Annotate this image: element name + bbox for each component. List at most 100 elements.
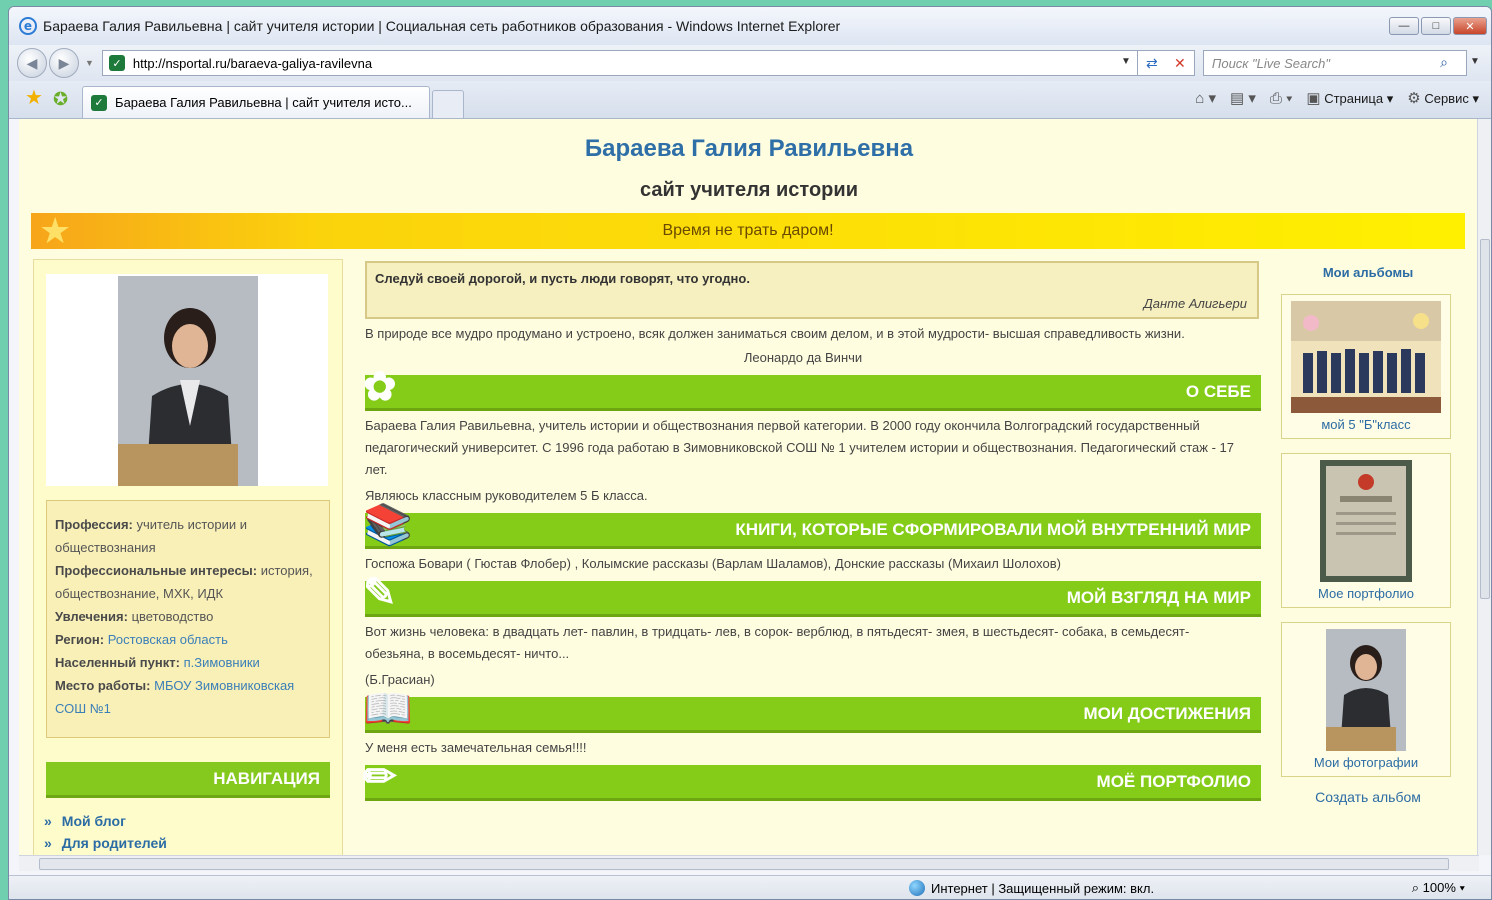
site-favicon-icon: ✓ — [108, 55, 125, 71]
books-text: Госпожа Бовари ( Гюстав Флобер) , Колымс… — [365, 556, 1061, 571]
pencil-cup-icon: ✏ — [363, 755, 397, 799]
page-menu[interactable]: ▣ Страница ▾ — [1306, 89, 1393, 107]
zoom-level: 100% — [1422, 880, 1456, 895]
title-bar: e Бараева Галия Равильевна | сайт учител… — [9, 7, 1491, 45]
section-achievements-title: МОИ ДОСТИЖЕНИЯ — [1083, 703, 1251, 723]
intro-paragraph: В природе все мудро продумано и устроено… — [365, 326, 1185, 341]
address-dropdown-icon[interactable]: ▼ — [1121, 56, 1131, 67]
section-worldview: ✎ МОЙ ВЗГЛЯД НА МИР — [363, 571, 1261, 617]
motto-text: Время не трать даром! — [662, 222, 834, 239]
refresh-icon[interactable]: ⇄ — [1138, 51, 1166, 75]
stop-icon[interactable]: ✕ — [1166, 51, 1194, 75]
favorites-star-icon[interactable]: ★ — [25, 85, 43, 110]
address-toolbar: ◀ ▶ ▼ ✓ http://nsportal.ru/baraeva-galiy… — [9, 45, 1491, 81]
history-dropdown-icon[interactable]: ▼ — [85, 58, 94, 68]
gear-icon: ⚙ — [1407, 90, 1421, 107]
section-portfolio-title: МОЁ ПОРТФОЛИО — [1096, 771, 1251, 791]
banner-star-icon: ★ — [39, 210, 72, 251]
back-button[interactable]: ◀ — [17, 48, 47, 78]
hobby-value: цветоводство — [131, 609, 214, 624]
nav-link-label: Мой блог — [61, 813, 126, 829]
album-card[interactable]: Мое портфолио — [1281, 453, 1451, 608]
zone-text: Интернет | Защищенный режим: вкл. — [931, 880, 1155, 896]
browser-window: e Бараева Галия Равильевна | сайт учител… — [8, 6, 1492, 900]
album-card[interactable]: Мои фотографии — [1281, 622, 1451, 777]
profession-label: Профессия: — [55, 517, 133, 532]
horizontal-scroll-thumb[interactable] — [39, 858, 1449, 870]
print-icon[interactable]: ⎙ ▾ — [1270, 90, 1292, 107]
town-label: Населенный пункт: — [55, 655, 180, 670]
town-link[interactable]: п.Зимовники — [184, 655, 260, 670]
album-caption: мой 5 "Б"класс — [1321, 417, 1411, 432]
paint-roller-icon: ✎ — [363, 571, 397, 615]
search-dropdown-icon[interactable]: ▼ — [1470, 56, 1480, 67]
region-link[interactable]: Ростовская область — [108, 632, 228, 647]
teacher-portrait — [118, 276, 258, 486]
window-title: Бараева Галия Равильевна | сайт учителя … — [43, 18, 841, 34]
album-caption: Мои фотографии — [1313, 755, 1419, 770]
intro-author: Леонардо да Винчи — [743, 350, 863, 365]
create-album-link[interactable]: Создать альбом — [1281, 789, 1455, 805]
horizontal-scrollbar[interactable] — [19, 855, 1479, 871]
navigation-list: » Мой блог » Для родителей — [44, 810, 167, 854]
tools-menu[interactable]: ⚙ Сервис ▾ — [1407, 89, 1479, 107]
tab-favicon-icon: ✓ — [91, 94, 108, 111]
forward-button[interactable]: ▶ — [49, 48, 79, 78]
flower-icon: ✿ — [363, 365, 397, 409]
new-tab-button[interactable] — [432, 90, 465, 118]
zoom-icon: ⌕ — [1411, 880, 1420, 895]
region-label: Регион: — [55, 632, 105, 647]
close-window-button[interactable]: ✕ — [1453, 17, 1487, 35]
album-card[interactable]: мой 5 "Б"класс — [1281, 294, 1451, 439]
about-text: Бараева Галия Равильевна, учитель истори… — [365, 418, 1234, 477]
ie-logo-icon: e — [19, 17, 37, 35]
bullet-icon: » — [44, 813, 52, 829]
tab-active[interactable]: ✓ Бараева Галия Равильевна | сайт учител… — [82, 86, 431, 118]
section-about-title: О СЕБЕ — [1185, 381, 1251, 401]
tab-row: ★ ✪ ✓ Бараева Галия Равильевна | сайт уч… — [9, 81, 1491, 119]
address-field[interactable]: ✓ http://nsportal.ru/baraeva-galiya-ravi… — [101, 50, 1138, 76]
section-about: ✿ О СЕБЕ — [363, 365, 1261, 411]
worldview-text: Вот жизнь человека: в двадцать лет- павл… — [365, 624, 1190, 661]
section-books-title: КНИГИ, КОТОРЫЕ СФОРМИРОВАЛИ МОЙ ВНУТРЕНН… — [735, 519, 1251, 539]
nav-item-parents[interactable]: » Для родителей — [44, 832, 167, 854]
search-input[interactable]: Поиск "Live Search" ⌕ ▼ — [1202, 50, 1480, 76]
vertical-scrollbar[interactable] — [1477, 119, 1491, 855]
nav-link-label: Для родителей — [61, 835, 167, 851]
globe-icon — [909, 880, 925, 896]
profile-column: Профессия: учитель истории и обществозна… — [33, 259, 343, 855]
page-icon: ▣ — [1306, 90, 1321, 107]
refresh-stop-group: ⇄ ✕ — [1137, 50, 1195, 76]
books-icon: 📚 — [363, 503, 413, 547]
quote-author: Данте Алигьери — [1143, 296, 1247, 311]
achievements-text: У меня есть замечательная семья!!!! — [365, 740, 587, 755]
vertical-scroll-thumb[interactable] — [1480, 239, 1490, 599]
nav-item-blog[interactable]: » Мой блог — [44, 810, 167, 832]
search-icon[interactable]: ⌕ — [1440, 54, 1448, 71]
section-portfolio: ✏ МОЁ ПОРТФОЛИО — [363, 755, 1261, 801]
about-text-2: Являюсь классным руководителем 5 Б класс… — [365, 488, 648, 503]
command-bar: ⌂ ▾ ▤ ▾ ⎙ ▾ ▣ Страница ▾ ⚙ Сервис ▾ — [1195, 89, 1479, 108]
maximize-button[interactable]: □ — [1421, 17, 1451, 35]
status-bar: Интернет | Защищенный режим: вкл. ⌕ 100%… — [9, 875, 1491, 899]
zoom-control[interactable]: ⌕ 100% ▾ — [1412, 880, 1465, 896]
albums-title[interactable]: Мои альбомы — [1281, 265, 1455, 280]
quote-text: Следуй своей дорогой, и пусть люди говор… — [375, 271, 750, 286]
add-favorites-icon[interactable]: ✪ — [53, 89, 68, 110]
hobby-label: Увлечения: — [55, 609, 128, 624]
security-zone[interactable]: Интернет | Защищенный режим: вкл. — [909, 880, 1154, 896]
window-controls: — □ ✕ — [1389, 17, 1487, 35]
address-url: http://nsportal.ru/baraeva-galiya-ravile… — [132, 55, 373, 71]
main-column: Следуй своей дорогой, и пусть люди говор… — [363, 261, 1261, 801]
minimize-button[interactable]: — — [1389, 17, 1419, 35]
feeds-icon[interactable]: ▤ ▾ — [1230, 89, 1256, 107]
album-caption: Мое портфолио — [1318, 586, 1414, 601]
home-icon[interactable]: ⌂ ▾ — [1195, 89, 1216, 107]
profile-photo[interactable] — [46, 274, 328, 486]
worldview-author: (Б.Грасиан) — [365, 672, 435, 687]
page-menu-label: Страница — [1324, 91, 1384, 106]
profile-info: Профессия: учитель истории и обществозна… — [46, 500, 330, 738]
tab-label: Бараева Галия Равильевна | сайт учителя … — [115, 95, 412, 110]
section-achievements: 📖 МОИ ДОСТИЖЕНИЯ — [363, 687, 1261, 733]
page-content: Бараева Галия Равильевна сайт учителя ис… — [19, 119, 1479, 855]
